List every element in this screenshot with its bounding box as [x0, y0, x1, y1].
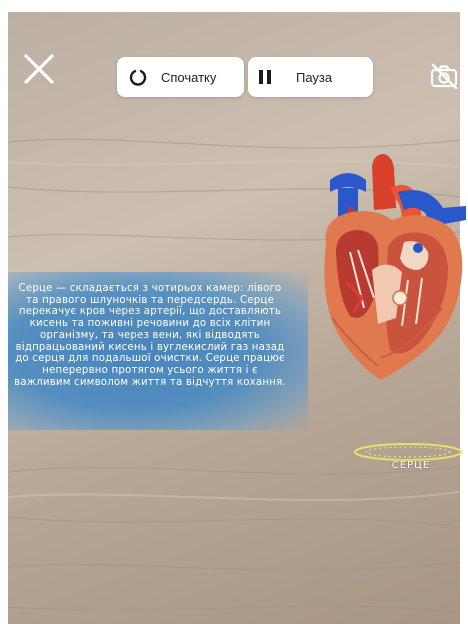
close-icon[interactable]: [22, 52, 56, 86]
info-text: Серце — складається з чотирьох камер: лі…: [14, 283, 286, 388]
pause-button[interactable]: Пауза: [248, 57, 373, 97]
model-label: СЕРЦЕ: [391, 460, 431, 471]
restart-label: Спочатку: [161, 69, 217, 85]
restart-icon: [129, 70, 147, 86]
pause-icon: [259, 70, 271, 84]
ar-viewer: Спочатку Пауза Серце — складається з чот…: [0, 0, 468, 624]
heart-3d-model[interactable]: [292, 148, 468, 388]
pause-label: Пауза: [296, 69, 333, 85]
camera-off-icon[interactable]: [429, 61, 459, 91]
restart-button[interactable]: Спочатку: [117, 57, 244, 97]
